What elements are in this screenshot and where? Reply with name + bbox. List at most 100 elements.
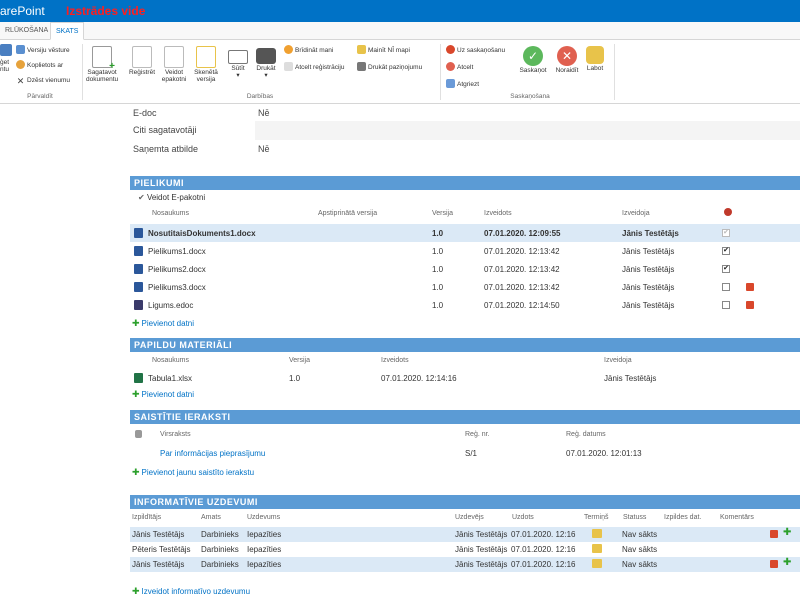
file-version: 1.0 (432, 229, 444, 238)
scanned-version-button[interactable]: Skenētā versija (190, 44, 222, 83)
col-header-author[interactable]: Izveidoja (622, 210, 650, 217)
file-name[interactable]: Ligums.edoc (148, 301, 193, 310)
approved-checkbox[interactable]: ✔ (722, 247, 730, 255)
file-author: Jānis Testētājs (622, 247, 675, 256)
edoc-file-icon (134, 300, 143, 310)
send-icon (228, 50, 248, 64)
cancel-approval-button[interactable]: Atcelt (446, 62, 473, 73)
delete-task-icon[interactable] (770, 560, 778, 568)
file-name[interactable]: Pielikums3.docx (148, 283, 206, 292)
add-file-link[interactable]: ✚ Pievienot datni (132, 318, 194, 329)
task-status: Nav sākts (622, 530, 658, 539)
cancel-registration-button[interactable]: Atcelt reģistrāciju (284, 62, 345, 73)
col-header-created[interactable]: Izveidots (381, 357, 409, 364)
edit-button[interactable]: Labot (580, 44, 610, 72)
delete-file-icon[interactable] (746, 301, 754, 309)
add-related-record-link[interactable]: ✚ Pievienot jaunu saistīto ierakstu (132, 467, 254, 478)
task-executor: Jānis Testētājs (132, 560, 185, 569)
delete-file-icon[interactable] (746, 283, 754, 291)
col-header-author[interactable]: Izveidoja (604, 357, 632, 364)
approved-checkbox[interactable] (722, 283, 730, 291)
add-file-link[interactable]: ✚ Pievienot datni (132, 389, 194, 400)
return-icon (446, 79, 455, 88)
col-header-executor[interactable]: Izpildītājs (132, 514, 161, 521)
group-label-manage: Pārvaldīt (27, 93, 53, 100)
approved-checkbox[interactable] (722, 301, 730, 309)
word-file-icon (134, 228, 143, 238)
prepare-document-button[interactable]: + Sagatavot dokumentu (86, 44, 118, 83)
approval-flow-icon (446, 45, 455, 54)
task-name: Iepazīties (247, 545, 282, 554)
change-folder-button[interactable]: Mainīt NĪ mapi (357, 45, 410, 56)
col-header-name[interactable]: Nosaukums (152, 210, 189, 217)
register-button[interactable]: Reģistrēt (126, 44, 158, 76)
file-author: Jānis Testētājs (604, 374, 657, 383)
approved-checkbox[interactable]: ✔ (722, 229, 730, 237)
task-assigned: 07.01.2020. 12:16 (511, 530, 576, 539)
plus-icon: ✚ (132, 389, 140, 399)
task-position: Darbinieks (201, 560, 239, 569)
task-status: Nav sākts (622, 560, 658, 569)
file-author: Jānis Testētājs (622, 229, 679, 238)
approve-button[interactable]: ✓ Saskaņot (516, 44, 550, 74)
print-button[interactable]: Drukāt ▾ (250, 44, 282, 79)
col-header-title[interactable]: Virsraksts (160, 431, 191, 438)
col-header-due[interactable]: Termiņš (584, 514, 609, 521)
delete-item-button[interactable]: ✕ Dzēst vienumu (16, 75, 70, 86)
col-header-task[interactable]: Uzdevums (247, 514, 280, 521)
col-header-comment[interactable]: Komentārs (720, 514, 754, 521)
print-notice-button[interactable]: Drukāt paziņojumu (357, 62, 422, 73)
file-version: 1.0 (432, 283, 444, 292)
history-icon (16, 45, 25, 54)
file-name[interactable]: Tabula1.xlsx (148, 374, 192, 383)
file-version: 1.0 (432, 265, 444, 274)
task-assigner: Jānis Testētājs (455, 545, 508, 554)
signature-icon (724, 208, 732, 216)
cancel-icon (446, 62, 455, 71)
file-author: Jānis Testētājs (622, 283, 675, 292)
col-header-reg-date[interactable]: Reģ. datums (566, 431, 606, 438)
file-name[interactable]: Pielikums1.docx (148, 247, 206, 256)
file-name[interactable]: Pielikums2.docx (148, 265, 206, 274)
epackage-checkbox-label: Veidot E-pakotni (146, 193, 206, 202)
tab-browse[interactable]: RLŪKOŠANA (0, 22, 53, 40)
shared-with-button[interactable]: Koplietots ar (16, 60, 63, 71)
tab-view[interactable]: SKATS (50, 22, 85, 40)
col-header-position[interactable]: Amats (201, 514, 221, 521)
col-header-assigned[interactable]: Uzdots (512, 514, 534, 521)
partial-edit-icon[interactable] (0, 44, 12, 56)
col-header-reg-nr[interactable]: Reģ. nr. (465, 431, 490, 438)
send-to-approval-button[interactable]: Uz saskaņošanu (446, 45, 505, 56)
col-header-status[interactable]: Statuss (623, 514, 646, 521)
app-title[interactable]: arePoint (0, 4, 45, 18)
create-task-link[interactable]: ✚ Izveidot informatīvo uzdevumu (132, 586, 250, 597)
col-header-completion-date[interactable]: Izpildes dat. (664, 514, 701, 521)
file-version: 1.0 (432, 247, 444, 256)
reject-button[interactable]: ✕ Noraidīt (550, 44, 584, 74)
new-document-icon: + (92, 46, 115, 72)
tasks-header: INFORMATĪVIE UZDEVUMI (130, 495, 800, 509)
return-button[interactable]: Atgriezt (446, 79, 479, 90)
version-history-button[interactable]: Versiju vēsture (16, 45, 70, 56)
alert-me-button[interactable]: Brīdināt mani (284, 45, 333, 56)
col-header-name[interactable]: Nosaukums (152, 357, 189, 364)
ribbon: ģet ntu Versiju vēsture Koplietots ar ✕ D… (0, 40, 800, 104)
delete-task-icon[interactable] (770, 530, 778, 538)
partial-button-label[interactable]: ģet ntu (0, 59, 9, 73)
related-record-title[interactable]: Par informācijas pieprasījumu (160, 449, 265, 458)
add-task-icon[interactable]: ✚ (783, 527, 791, 538)
create-epackage-button[interactable]: Veidot epakotni (158, 44, 190, 83)
epackage-icon (164, 46, 184, 68)
add-task-icon[interactable]: ✚ (783, 557, 791, 568)
task-executor: Jānis Testētājs (132, 530, 185, 539)
col-header-assigner[interactable]: Uzdevējs (455, 514, 484, 521)
file-author: Jānis Testētājs (622, 301, 675, 310)
col-header-version[interactable]: Versija (289, 357, 310, 364)
file-name[interactable]: NosutitaisDokuments1.docx (148, 229, 256, 238)
approved-checkbox[interactable]: ✔ (722, 265, 730, 273)
col-header-created[interactable]: Izveidots (484, 210, 512, 217)
col-header-approved-version[interactable]: Apstiprinātā versija (318, 210, 377, 217)
folder-icon (357, 45, 366, 54)
col-header-version[interactable]: Versija (432, 210, 453, 217)
epackage-checkbox-row[interactable]: ✔ Veidot E-pakotni (138, 193, 205, 202)
